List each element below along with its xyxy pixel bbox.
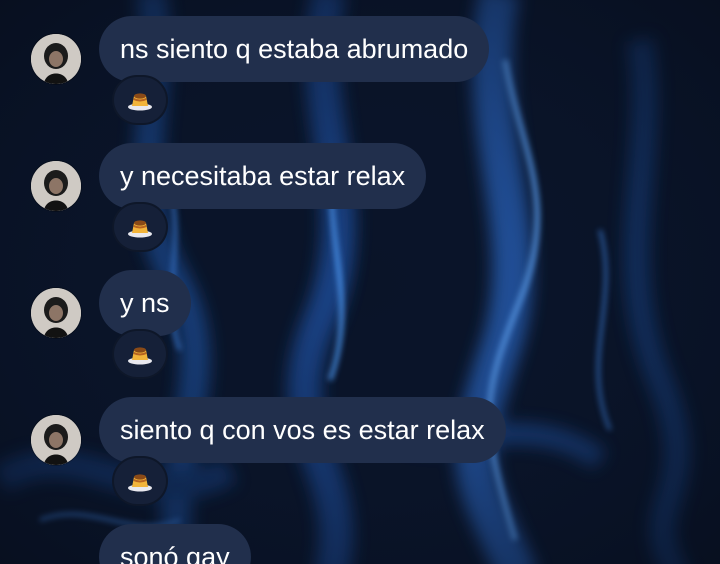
message-bubble[interactable]: ns siento q estaba abrumado — [99, 16, 490, 82]
avatar[interactable] — [31, 34, 81, 84]
flan-pudding-emoji — [128, 220, 152, 238]
message-bubble[interactable]: siento q con vos es estar relax — [99, 397, 506, 463]
reaction-badge[interactable] — [114, 204, 166, 250]
reaction-badge[interactable] — [114, 77, 166, 123]
flan-pudding-emoji — [128, 93, 152, 111]
avatar[interactable] — [31, 161, 81, 211]
chat-screen: ns siento q estaba abrumado y necesitaba… — [0, 0, 720, 564]
message-thread: ns siento q estaba abrumado y necesitaba… — [0, 0, 720, 564]
message-bubble[interactable]: sonó gay — [99, 524, 251, 564]
reaction-badge[interactable] — [114, 331, 166, 377]
message-bubble[interactable]: y ns — [99, 270, 191, 336]
avatar[interactable] — [31, 288, 81, 338]
flan-pudding-emoji — [128, 474, 152, 492]
flan-pudding-emoji — [128, 347, 152, 365]
message-bubble[interactable]: y necesitaba estar relax — [99, 143, 427, 209]
reaction-badge[interactable] — [114, 458, 166, 504]
avatar[interactable] — [31, 415, 81, 465]
